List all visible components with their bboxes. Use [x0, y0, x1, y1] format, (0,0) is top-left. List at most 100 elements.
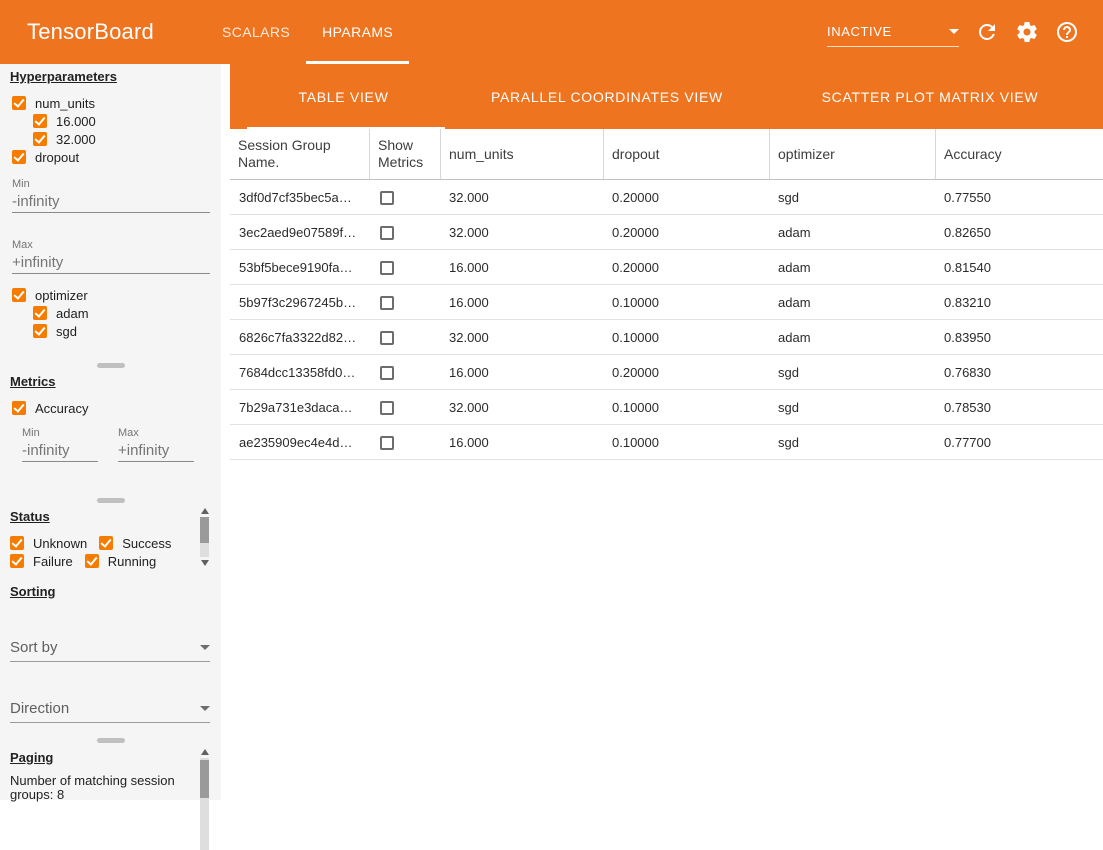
checkbox-status-unknown[interactable]: Unknown	[10, 534, 87, 552]
checkbox-optimizer[interactable]: optimizer	[12, 286, 221, 304]
accuracy-cell: 0.77550	[935, 190, 1103, 205]
direction-value: Direction	[10, 700, 69, 717]
sort-by-value: Sort by	[10, 639, 58, 656]
show-metrics-checkbox[interactable]	[380, 191, 394, 205]
scroll-up-icon[interactable]	[201, 749, 209, 755]
nav-tab-hparams[interactable]: HPARAMS	[306, 0, 409, 64]
tab-table-view[interactable]: TABLE VIEW	[230, 64, 457, 129]
checkbox-checked-icon	[10, 554, 24, 568]
show-metrics-checkbox[interactable]	[380, 401, 394, 415]
metric-min-label: Min	[22, 427, 98, 440]
settings-button[interactable]	[1015, 20, 1039, 44]
resize-handle[interactable]	[0, 735, 221, 745]
table-row: 6826c7fa3322d82… 32.000 0.10000 adam 0.8…	[230, 320, 1103, 355]
session-group-name-cell: 7684dcc13358fd0…	[230, 365, 369, 380]
metric-min-field: Min	[22, 427, 98, 462]
scrollbar-track[interactable]	[200, 758, 209, 850]
scrollbar-thumb[interactable]	[200, 517, 209, 543]
main-content: TABLE VIEW PARALLEL COORDINATES VIEW SCA…	[230, 64, 1103, 800]
checkbox-num-units[interactable]: num_units	[12, 94, 221, 112]
show-metrics-checkbox[interactable]	[380, 296, 394, 310]
refresh-button[interactable]	[975, 20, 999, 44]
dropout-cell: 0.10000	[603, 295, 769, 310]
scroll-up-icon[interactable]	[201, 508, 209, 514]
optimizer-cell: adam	[769, 295, 935, 310]
refresh-icon	[975, 20, 999, 44]
checkbox-label: Success	[122, 536, 171, 551]
section-paging: Paging Number of matching session groups…	[0, 745, 221, 802]
optimizer-cell: adam	[769, 260, 935, 275]
checkbox-label: Running	[108, 554, 156, 569]
metrics-min-max: Min Max	[22, 427, 221, 462]
session-group-name-cell: 3df0d7cf35bec5a…	[230, 190, 369, 205]
tab-parallel-coordinates-view[interactable]: PARALLEL COORDINATES VIEW	[457, 64, 757, 129]
show-metrics-checkbox[interactable]	[380, 436, 394, 450]
checkbox-accuracy[interactable]: Accuracy	[12, 399, 221, 417]
status-scrollbar[interactable]	[200, 508, 209, 566]
checkbox-checked-icon	[10, 536, 24, 550]
table-row: 7b29a731e3daca… 32.000 0.10000 sgd 0.785…	[230, 390, 1103, 425]
dropout-max-input[interactable]	[12, 252, 210, 274]
dropout-min-input[interactable]	[12, 191, 210, 213]
dropout-cell: 0.10000	[603, 400, 769, 415]
sorting-heading: Sorting	[10, 584, 221, 600]
tab-scatter-plot-matrix-view[interactable]: SCATTER PLOT MATRIX VIEW	[757, 64, 1103, 129]
checkbox-label: optimizer	[35, 288, 88, 303]
show-metrics-checkbox[interactable]	[380, 331, 394, 345]
gear-icon	[1015, 20, 1039, 44]
show-metrics-checkbox[interactable]	[380, 226, 394, 240]
table-row: 53bf5bece9190fa… 16.000 0.20000 adam 0.8…	[230, 250, 1103, 285]
resize-handle-bar	[97, 498, 125, 503]
dropout-cell: 0.20000	[603, 190, 769, 205]
session-group-name-cell: 53bf5bece9190fa…	[230, 260, 369, 275]
direction-select[interactable]: Direction	[10, 695, 210, 723]
help-button[interactable]	[1055, 20, 1079, 44]
metric-max-input[interactable]	[118, 440, 194, 462]
app-title: TensorBoard	[27, 19, 154, 45]
checkbox-label: Accuracy	[35, 401, 88, 416]
accuracy-cell: 0.76830	[935, 365, 1103, 380]
session-group-name-cell: ae235909ec4e4d…	[230, 435, 369, 450]
sort-by-select[interactable]: Sort by	[10, 634, 210, 662]
num-units-cell: 16.000	[440, 260, 603, 275]
scrollbar-track[interactable]	[200, 517, 209, 557]
checkbox-status-running[interactable]: Running	[85, 552, 156, 570]
dropout-min-label: Min	[12, 178, 221, 191]
show-metrics-cell	[369, 259, 440, 275]
session-group-name-cell: 7b29a731e3daca…	[230, 400, 369, 415]
reload-status-text: INACTIVE	[827, 24, 892, 39]
checkbox-optimizer-adam[interactable]: adam	[33, 304, 221, 322]
show-metrics-checkbox[interactable]	[380, 261, 394, 275]
session-group-name-cell: 3ec2aed9e07589f…	[230, 225, 369, 240]
checkbox-dropout[interactable]: dropout	[12, 148, 221, 166]
optimizer-cell: sgd	[769, 435, 935, 450]
checkbox-optimizer-sgd[interactable]: sgd	[33, 322, 221, 340]
num-units-cell: 16.000	[440, 435, 603, 450]
scrollbar-thumb[interactable]	[200, 760, 209, 798]
help-icon	[1055, 20, 1079, 44]
section-metrics: Metrics Accuracy Min Max	[0, 369, 221, 462]
metric-min-input[interactable]	[22, 440, 98, 462]
column-header-dropout: dropout	[603, 129, 769, 179]
checkbox-checked-icon	[12, 401, 26, 415]
column-header-num-units: num_units	[440, 129, 603, 179]
num-units-cell: 16.000	[440, 295, 603, 310]
section-hyperparameters: Hyperparameters num_units 16.000 32.000 …	[0, 64, 221, 340]
caret-down-icon	[200, 645, 210, 650]
table-row: 5b97f3c2967245b… 16.000 0.10000 adam 0.8…	[230, 285, 1103, 320]
checkbox-status-failure[interactable]: Failure	[10, 552, 73, 570]
checkbox-label: num_units	[35, 96, 95, 111]
dropout-cell: 0.10000	[603, 330, 769, 345]
show-metrics-cell	[369, 189, 440, 205]
nav-tab-scalars[interactable]: SCALARS	[206, 0, 306, 64]
section-status: Status Unknown Success Failure Running	[0, 504, 221, 570]
checkbox-num-units-32[interactable]: 32.000	[33, 130, 221, 148]
checkbox-num-units-16[interactable]: 16.000	[33, 112, 221, 130]
checkbox-label: 16.000	[56, 114, 96, 129]
reload-interval-select[interactable]: INACTIVE	[827, 24, 959, 47]
paging-summary: Number of matching session groups: 8	[10, 774, 192, 802]
scroll-down-icon[interactable]	[201, 560, 209, 566]
show-metrics-checkbox[interactable]	[380, 366, 394, 380]
checkbox-status-success[interactable]: Success	[99, 534, 171, 552]
optimizer-cell: adam	[769, 225, 935, 240]
